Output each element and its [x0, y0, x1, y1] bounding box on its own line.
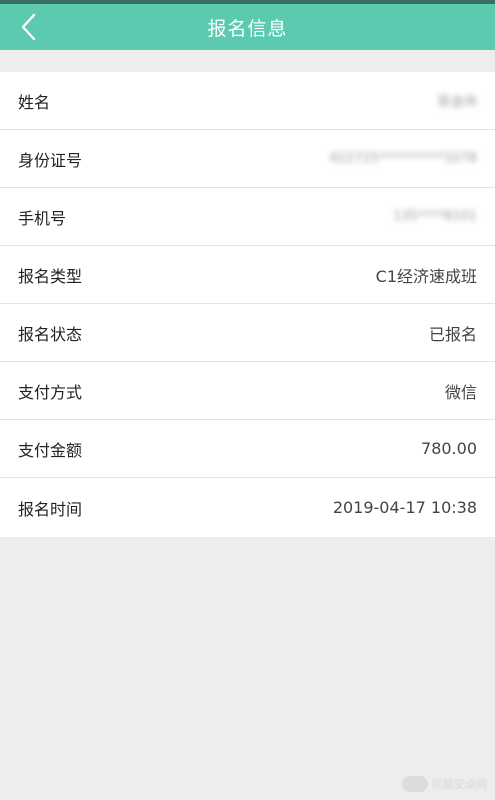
row-label: 手机号: [18, 208, 67, 228]
row-payment-method: 支付方式 微信: [0, 362, 495, 420]
back-button[interactable]: [8, 4, 48, 50]
row-label: 报名状态: [18, 324, 83, 344]
registration-info-list: 姓名 陈金伟 身份证号 422725**********1078 手机号 135…: [0, 72, 495, 537]
row-name: 姓名 陈金伟: [0, 72, 495, 130]
row-label: 报名类型: [18, 266, 83, 286]
row-label: 身份证号: [18, 150, 83, 170]
page-title: 报名信息: [207, 17, 288, 40]
row-registration-time: 报名时间 2019-04-17 10:38: [0, 478, 495, 537]
chevron-left-icon: [20, 13, 36, 41]
registration-status-value: 已报名: [428, 324, 477, 344]
id-number-value: 422725**********1078: [329, 151, 477, 166]
watermark-text: 阿酷安卓网: [432, 778, 487, 791]
row-label: 报名时间: [18, 499, 83, 519]
row-label: 支付金额: [18, 440, 83, 460]
watermark: 阿酷安卓网: [402, 776, 487, 792]
registration-time-value: 2019-04-17 10:38: [332, 498, 477, 517]
payment-method-value: 微信: [444, 382, 477, 402]
registration-type-value: C1经济速成班: [375, 266, 477, 286]
row-phone: 手机号 135****8101: [0, 188, 495, 246]
nav-header: 报名信息: [0, 4, 495, 50]
payment-amount-value: 780.00: [421, 439, 477, 458]
name-value: 陈金伟: [437, 95, 477, 110]
row-label: 支付方式: [18, 382, 83, 402]
row-payment-amount: 支付金额 780.00: [0, 420, 495, 478]
row-label: 姓名: [18, 92, 51, 112]
row-id-number: 身份证号 422725**********1078: [0, 130, 495, 188]
watermark-logo-icon: [402, 776, 428, 792]
phone-value: 135****8101: [393, 209, 477, 224]
row-registration-type: 报名类型 C1经济速成班: [0, 246, 495, 304]
row-registration-status: 报名状态 已报名: [0, 304, 495, 362]
